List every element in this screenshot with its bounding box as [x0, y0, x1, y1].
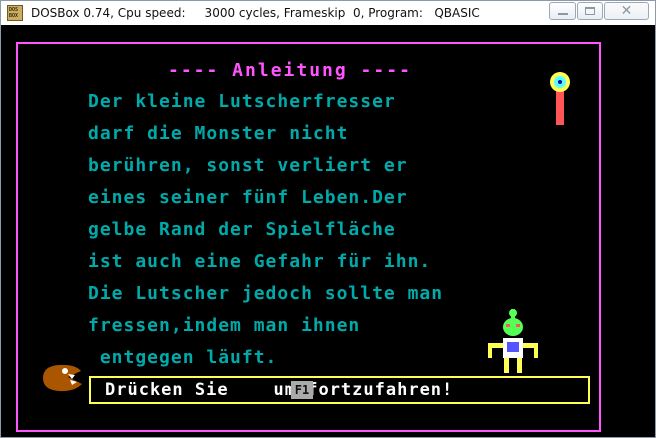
instructions-text: Der kleine Lutscherfresser darf die Mons…: [88, 91, 444, 368]
f1-key-icon: F1: [291, 381, 313, 399]
window-title: DOSBox 0.74, Cpu speed: 3000 cycles, Fra…: [31, 6, 480, 20]
continue-prompt: Drücken Sie um fortzufahren! F1: [89, 376, 590, 404]
minimize-button[interactable]: [549, 2, 576, 20]
close-button[interactable]: ✕: [604, 2, 649, 20]
continue-prompt-text: Drücken Sie um fortzufahren!: [105, 380, 454, 400]
maximize-icon: [585, 7, 595, 15]
close-icon: ✕: [620, 3, 633, 19]
dosbox-icon: [7, 5, 23, 21]
lollipop-dot: [558, 80, 562, 84]
instructions-heading: ---- Anleitung ----: [168, 60, 412, 81]
minimize-icon: [558, 13, 568, 15]
lollipop-stick: [556, 91, 564, 125]
dos-screen[interactable]: ---- Anleitung ---- Der kleine Lutscherf…: [1, 25, 655, 437]
title-bar[interactable]: DOSBox 0.74, Cpu speed: 3000 cycles, Fra…: [1, 1, 655, 25]
monster-sprite: [488, 309, 538, 373]
maximize-button[interactable]: [577, 2, 603, 20]
chomper-sprite: [43, 364, 82, 392]
dosbox-window: DOSBox 0.74, Cpu speed: 3000 cycles, Fra…: [0, 0, 656, 438]
lollipop-icon: [550, 72, 570, 125]
